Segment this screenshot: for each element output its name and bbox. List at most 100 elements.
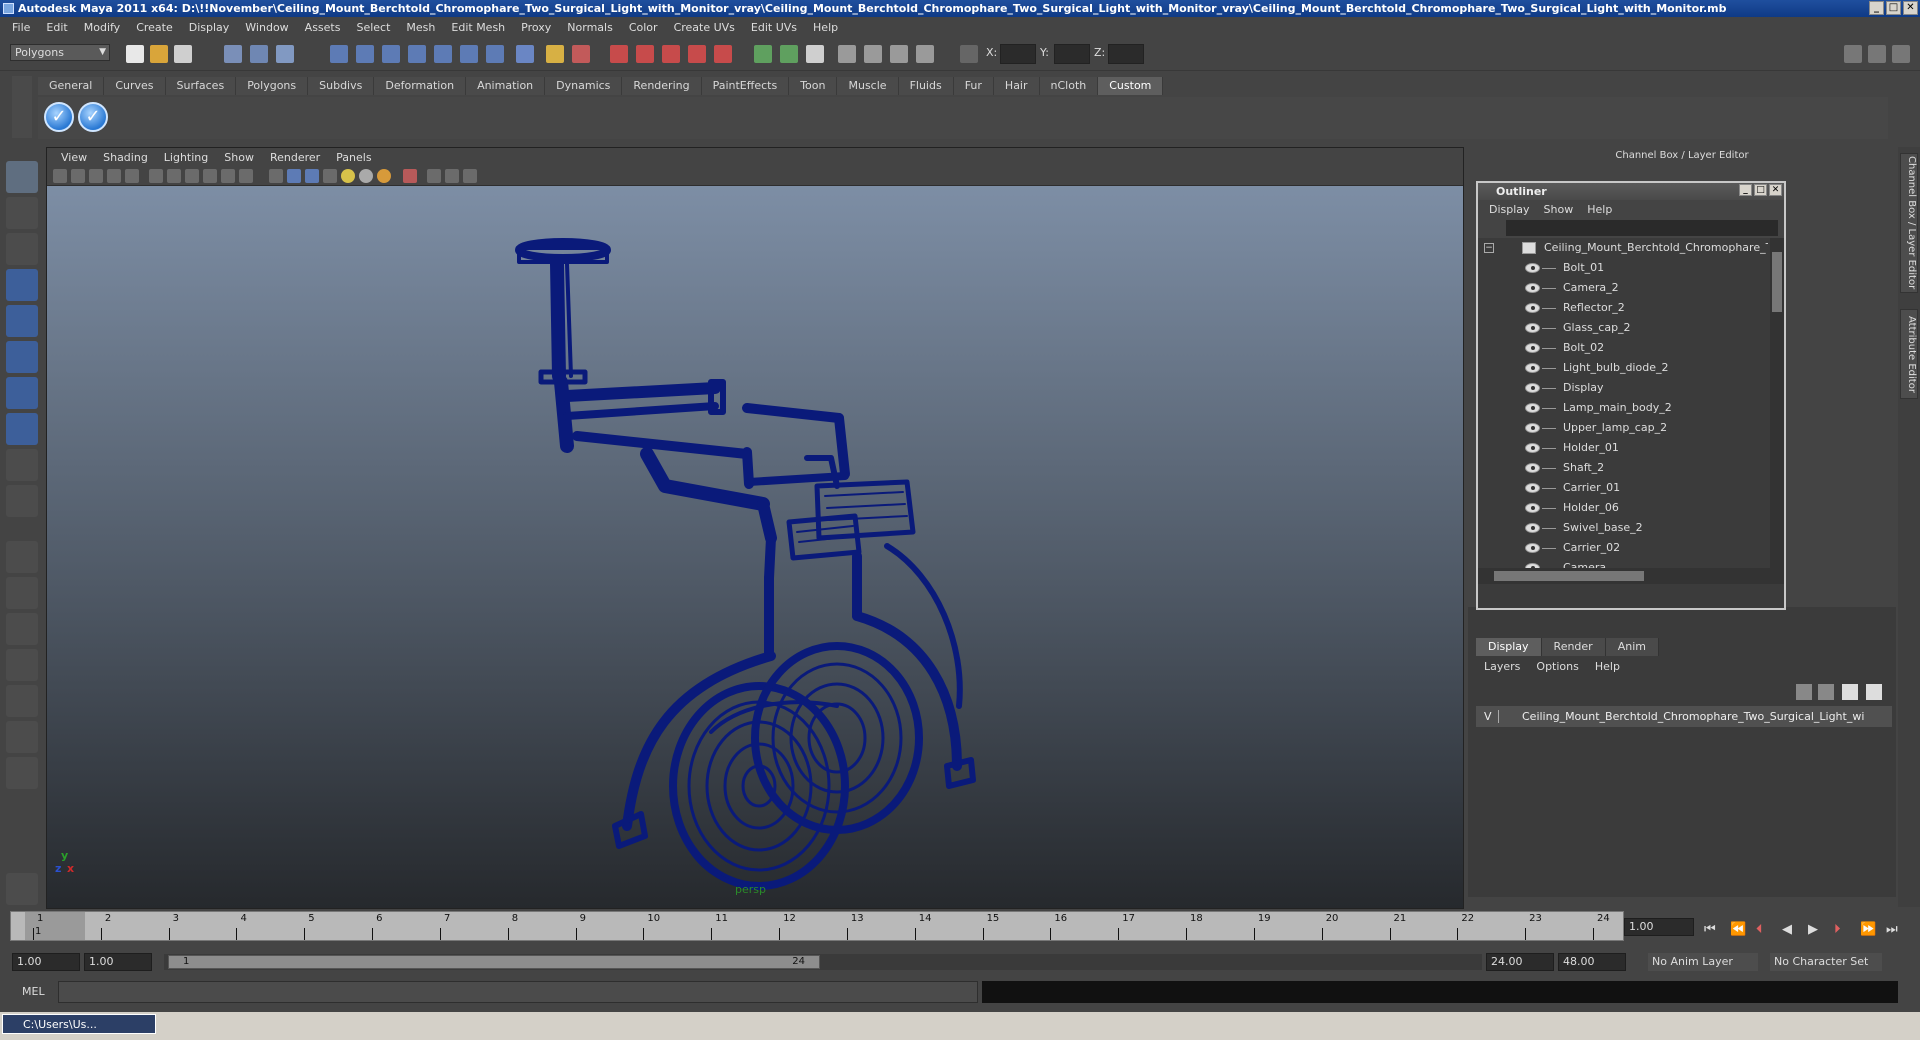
last-tool-icon[interactable] <box>6 485 38 517</box>
select-camera-icon[interactable] <box>53 169 67 183</box>
step-back-key-icon[interactable]: ⏴ <box>1756 922 1763 937</box>
list-item[interactable]: Glass_cap_2 <box>1478 318 1768 338</box>
tool-settings-icon[interactable] <box>1892 45 1910 63</box>
maximize-button[interactable]: □ <box>1886 1 1901 15</box>
playback-start-field[interactable]: 1.00 <box>84 953 152 971</box>
list-item[interactable]: Holder_06 <box>1478 498 1768 518</box>
menu-color[interactable]: Color <box>621 21 666 34</box>
shelf-tab-muscle[interactable]: Muscle <box>837 77 899 95</box>
snap-plane-icon[interactable] <box>408 45 426 63</box>
outliner-minimize-button[interactable]: _ <box>1739 184 1752 196</box>
outliner-menu-display[interactable]: Display <box>1482 203 1537 216</box>
show-manipulator-icon[interactable] <box>6 449 38 481</box>
shelf-tab-hair[interactable]: Hair <box>993 77 1040 95</box>
list-item[interactable]: Swivel_base_2 <box>1478 518 1768 538</box>
vp-menu-lighting[interactable]: Lighting <box>156 151 216 164</box>
menu-assets[interactable]: Assets <box>297 21 349 34</box>
character-set-selector[interactable]: No Character Set <box>1770 953 1882 971</box>
taskbar-item[interactable]: C:\Users\Us... <box>2 1014 156 1034</box>
shelf-tab-curves[interactable]: Curves <box>104 77 166 95</box>
camera-attributes-icon[interactable] <box>71 169 85 183</box>
list-item[interactable]: Light_bulb_diode_2 <box>1478 358 1768 378</box>
y-field[interactable] <box>1054 44 1090 64</box>
smooth-shade-icon[interactable] <box>287 169 301 183</box>
shelf-tab-rendering[interactable]: Rendering <box>622 77 702 95</box>
quick-layout-icon[interactable] <box>6 873 38 905</box>
single-perspective-layout-icon[interactable] <box>6 541 38 573</box>
menu-set-selector[interactable]: Polygons ▼ <box>10 44 110 61</box>
textured-icon[interactable] <box>323 169 337 183</box>
isolate-select-icon[interactable] <box>403 169 417 183</box>
snap-surface-icon[interactable] <box>434 45 452 63</box>
absolute-transform-icon[interactable] <box>960 45 978 63</box>
snap-curve-icon[interactable] <box>356 45 374 63</box>
shelf-tab-toon[interactable]: Toon <box>789 77 838 95</box>
current-time-marker[interactable]: 1 <box>25 912 85 940</box>
list-item[interactable]: Carrier_01 <box>1478 478 1768 498</box>
menu-edit-uvs[interactable]: Edit UVs <box>743 21 805 34</box>
vp-menu-renderer[interactable]: Renderer <box>262 151 328 164</box>
use-lights-icon[interactable] <box>341 169 355 183</box>
menu-mesh[interactable]: Mesh <box>398 21 443 34</box>
menu-modify[interactable]: Modify <box>76 21 128 34</box>
step-forward-icon[interactable]: ⏩ <box>1860 922 1876 937</box>
outliner-close-button[interactable]: ✕ <box>1769 184 1782 196</box>
menu-file[interactable]: File <box>4 21 38 34</box>
start-time-field[interactable]: 1.00 <box>12 953 80 971</box>
menu-normals[interactable]: Normals <box>559 21 621 34</box>
grid-icon[interactable] <box>149 169 163 183</box>
backface-culling-icon[interactable] <box>463 169 477 183</box>
list-item[interactable]: Bolt_02 <box>1478 338 1768 358</box>
hypershade-icon[interactable] <box>714 45 732 63</box>
shadows-icon[interactable] <box>359 169 373 183</box>
x-field[interactable] <box>1000 44 1036 64</box>
go-to-end-icon[interactable]: ⏭ <box>1886 922 1898 937</box>
render-icon[interactable] <box>636 45 654 63</box>
help-icon[interactable] <box>516 45 534 63</box>
wireframe-shading-icon[interactable] <box>269 169 283 183</box>
new-layer-icon[interactable] <box>1796 684 1812 700</box>
viewport-3d-canvas[interactable]: y z x persp <box>47 186 1463 908</box>
safe-title-icon[interactable] <box>239 169 253 183</box>
menu-proxy[interactable]: Proxy <box>513 21 559 34</box>
outliner-menu-help[interactable]: Help <box>1580 203 1619 216</box>
shelf-tab-general[interactable]: General <box>38 77 105 95</box>
snap-grid-icon[interactable] <box>330 45 348 63</box>
vp-menu-view[interactable]: View <box>53 151 95 164</box>
outliner-menu-show[interactable]: Show <box>1537 203 1581 216</box>
layer-color-swatch[interactable] <box>1498 710 1512 723</box>
list-item[interactable]: Bolt_01 <box>1478 258 1768 278</box>
persp-graph-hypergraph-layout-icon[interactable] <box>6 721 38 753</box>
layer-visibility-toggle[interactable]: V <box>1484 706 1492 727</box>
move-tool-icon[interactable] <box>6 269 38 301</box>
mel-label[interactable]: MEL <box>22 985 45 998</box>
time-slider[interactable]: 1 1 2 3 4 5 6 7 8 9 10 11 12 13 14 15 16 17 18 19 20 21 22 23 2… <box>10 911 1624 941</box>
outliner-vertical-scrollbar[interactable] <box>1770 238 1784 568</box>
move-layer-up-icon[interactable] <box>1842 684 1858 700</box>
list-item[interactable]: Shaft_2 <box>1478 458 1768 478</box>
play-forwards-icon[interactable]: ▶ <box>1808 922 1818 937</box>
high-quality-icon[interactable] <box>377 169 391 183</box>
uv-editor-icon[interactable] <box>806 45 824 63</box>
step-forward-key-icon[interactable]: ⏵ <box>1834 922 1841 937</box>
layout-icon[interactable] <box>754 45 772 63</box>
shelf-tab-deformation[interactable]: Deformation <box>374 77 467 95</box>
ipr-render-icon[interactable] <box>662 45 680 63</box>
range-slider-handle[interactable]: 1 24 <box>168 955 820 969</box>
shelf-tab-animation[interactable]: Animation <box>466 77 546 95</box>
list-item[interactable]: Display <box>1478 378 1768 398</box>
xray-joints-icon[interactable] <box>445 169 459 183</box>
z-field[interactable] <box>1108 44 1144 64</box>
script-icon[interactable] <box>916 45 934 63</box>
menu-select[interactable]: Select <box>348 21 398 34</box>
channel-box-icon[interactable] <box>1868 45 1886 63</box>
list-item[interactable]: Lamp_main_body_2 <box>1478 398 1768 418</box>
outliner-icon[interactable] <box>838 45 856 63</box>
move-layer-down-icon[interactable] <box>1866 684 1882 700</box>
scrollbar-thumb[interactable] <box>1772 252 1782 312</box>
toggle-sidebar-icon[interactable] <box>1844 45 1862 63</box>
outliner-horizontal-scrollbar[interactable] <box>1478 568 1784 584</box>
save-scene-icon[interactable] <box>174 45 192 63</box>
render-settings-icon[interactable] <box>688 45 706 63</box>
select-by-object-icon[interactable] <box>250 45 268 63</box>
